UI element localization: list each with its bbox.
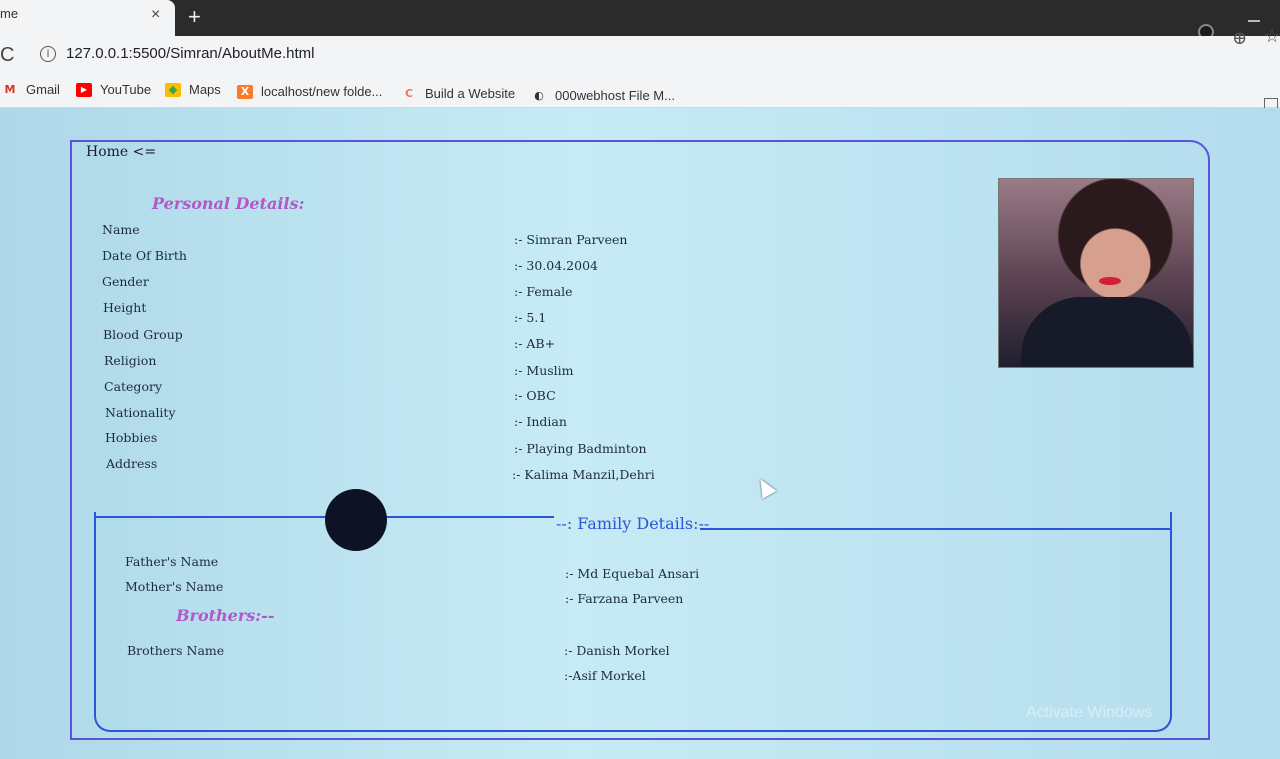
label-height: Height xyxy=(103,300,147,315)
value-category: :- OBC xyxy=(514,388,556,403)
personal-details-heading: Personal Details: xyxy=(152,194,305,213)
value-name: :- Simran Parveen xyxy=(514,232,628,247)
label-mother-name: Mother's Name xyxy=(125,579,224,594)
value-hobbies: :- Playing Badminton xyxy=(514,441,647,456)
value-blood-group: :- AB+ xyxy=(514,336,556,351)
label-name: Name xyxy=(102,222,140,237)
bookmark-000webhost[interactable]: ◐ 000webhost File M... xyxy=(531,88,675,103)
page-content: Home <= Personal Details: Name Date Of B… xyxy=(0,108,1280,759)
profile-photo xyxy=(998,178,1194,368)
value-father-name: :- Md Equebal Ansari xyxy=(565,566,700,581)
value-brother-2: :-Asif Morkel xyxy=(564,668,646,683)
tab-bar: me × + xyxy=(0,0,1280,40)
bookmarks-bar: M Gmail ▶ YouTube ◆ Maps X localhost/new… xyxy=(0,78,1280,108)
photo-detail xyxy=(1099,277,1121,285)
value-dob: :- 30.04.2004 xyxy=(514,258,598,273)
minimize-icon[interactable] xyxy=(1248,20,1260,22)
gmail-icon: M xyxy=(4,82,16,96)
address-toolbar: C i 127.0.0.1:5500/Simran/AboutMe.html xyxy=(0,36,1280,78)
bookmark-localhost[interactable]: X localhost/new folde... xyxy=(237,84,382,99)
label-address: Address xyxy=(106,456,158,471)
browser-tab[interactable]: me × xyxy=(0,0,175,36)
new-tab-button[interactable]: + xyxy=(188,4,201,30)
zoom-icon[interactable]: ⊕ xyxy=(1232,28,1247,49)
bookmark-label: YouTube xyxy=(100,82,152,97)
bookmark-label: localhost/new folde... xyxy=(261,84,383,99)
xampp-icon: X xyxy=(237,84,253,99)
label-dob: Date Of Birth xyxy=(102,248,187,263)
bookmark-label: Gmail xyxy=(26,82,60,97)
bookmark-youtube[interactable]: ▶ YouTube xyxy=(76,82,151,97)
bookmark-build-website[interactable]: C Build a Website xyxy=(401,86,515,101)
bookmark-label: 000webhost File M... xyxy=(555,88,675,103)
label-hobbies: Hobbies xyxy=(105,430,158,445)
label-nationality: Nationality xyxy=(105,405,176,420)
label-gender: Gender xyxy=(102,274,149,289)
maps-icon: ◆ xyxy=(165,82,181,97)
value-height: :- 5.1 xyxy=(514,310,547,325)
home-link[interactable]: Home <= xyxy=(86,144,156,160)
value-gender: :- Female xyxy=(514,284,573,299)
site-info-icon[interactable]: i xyxy=(40,46,56,62)
bookmark-star-icon[interactable]: ☆ xyxy=(1264,26,1280,47)
label-category: Category xyxy=(104,379,163,394)
bookmark-gmail[interactable]: M Gmail xyxy=(2,82,60,97)
value-religion: :- Muslim xyxy=(514,363,574,378)
label-religion: Religion xyxy=(104,353,157,368)
activate-windows-watermark: Activate Windows xyxy=(1026,704,1153,721)
value-address: :- Kalima Manzil,Dehri xyxy=(512,467,655,482)
label-father-name: Father's Name xyxy=(125,554,219,569)
close-tab-icon[interactable]: × xyxy=(151,6,160,24)
family-divider-right xyxy=(700,528,1172,530)
value-nationality: :- Indian xyxy=(514,414,567,429)
label-brothers-name: Brothers Name xyxy=(127,643,225,658)
value-mother-name: :- Farzana Parveen xyxy=(565,591,684,606)
tab-title: me xyxy=(0,6,19,21)
bookmark-label: Build a Website xyxy=(425,86,516,101)
photo-detail xyxy=(1021,297,1193,367)
camera-obstruction xyxy=(325,489,387,551)
webhost-icon: ◐ xyxy=(534,88,544,102)
label-blood-group: Blood Group xyxy=(103,327,183,342)
youtube-icon: ▶ xyxy=(76,82,92,97)
brothers-heading: Brothers:-- xyxy=(176,606,275,625)
address-bar[interactable]: 127.0.0.1:5500/Simran/AboutMe.html xyxy=(66,45,314,62)
reload-icon[interactable]: C xyxy=(0,44,14,67)
family-details-heading: --: Family Details:-- xyxy=(556,514,710,533)
bookmark-maps[interactable]: ◆ Maps xyxy=(165,82,221,97)
build-website-icon: C xyxy=(404,86,414,100)
value-brother-1: :- Danish Morkel xyxy=(564,643,670,658)
family-divider-left xyxy=(94,516,554,518)
bookmark-label: Maps xyxy=(189,82,221,97)
